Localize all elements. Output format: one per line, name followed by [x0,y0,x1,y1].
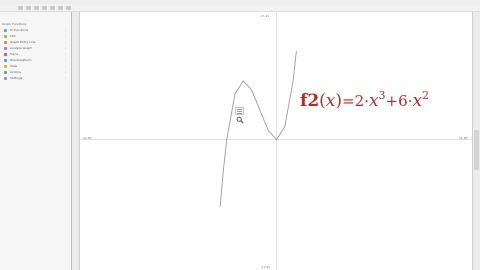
view-icon [4,65,7,68]
zoom-bar [237,113,242,114]
tool-icon[interactable] [18,6,23,10]
sidebar-header: Graph Functions [2,22,27,26]
sidebar-item-label: f1 Functions [10,28,29,32]
sidebar-item[interactable]: f1 Functions › [2,28,67,33]
magnifier-icon [236,116,244,124]
xmin-label: -11.85 [82,135,92,140]
zoom-icon [4,59,7,62]
sidebar-item[interactable]: Window/Zoom › [2,58,67,63]
xmax-label: 11.85 [459,135,468,140]
sidebar-item-label: Actions [10,70,21,74]
entry-line-icon [4,41,7,44]
tools-sidebar: Graph Functions f1 Functions › Plot › Gr… [0,12,72,270]
tool-icon[interactable] [34,6,39,10]
plot-icon [4,35,7,38]
curve-layer [219,50,297,207]
sidebar-item[interactable]: Analyze Graph › [2,46,67,51]
coef-1: 2 [354,92,365,110]
sidebar-item[interactable]: View › [2,64,67,69]
function-formula[interactable]: f2(x)=2·x3+6·x2 [300,86,429,111]
sidebar-item-label: Settings [10,76,23,80]
coef-2: 6 [398,92,408,110]
sidebar-item[interactable]: Trace › [2,52,67,57]
zoom-bar [237,111,242,112]
ymax-label: 17.41 [260,14,270,18]
zoom-widget[interactable] [235,107,244,115]
analyze-icon [4,47,7,50]
sidebar-item[interactable]: Plot › [2,34,67,39]
chevron-right-icon: › [64,28,66,32]
tool-icon[interactable] [42,6,47,10]
ymin-label: -17.81 [260,265,271,269]
graph-area[interactable]: 17.41 -17.81 -11.85 11.85 [79,12,473,270]
graph-canvas[interactable] [80,12,473,270]
sidebar-item-label: Trace [10,52,18,56]
function-var: x [325,91,336,111]
exp-1: 3 [378,89,386,102]
chevron-right-icon: › [64,58,66,62]
sidebar-item[interactable]: Settings › [2,76,67,81]
term-var-2: x [412,91,423,111]
zoom-bar [237,109,242,110]
sidebar-item-label: Plot [10,34,16,38]
sidebar-item[interactable]: Graph Entry Line › [2,40,67,45]
actions-icon [4,71,7,74]
sidebar-item-label: Analyze Graph [10,46,32,50]
function-curve-f2[interactable] [219,50,297,207]
right-scrollbar[interactable] [472,12,480,270]
chevron-right-icon: › [64,46,66,50]
term-var-1: x [368,91,379,111]
tool-icon[interactable] [50,6,55,10]
toolbar [0,5,480,12]
chevron-right-icon: › [64,52,66,56]
scrollbar-thumb[interactable] [474,130,479,170]
settings-icon [4,77,7,80]
chevron-right-icon: › [64,64,66,68]
tool-icon[interactable] [58,6,63,10]
tool-icon[interactable] [66,6,71,10]
chevron-right-icon: › [64,34,66,38]
chevron-right-icon: › [64,70,66,74]
function-icon [4,29,7,32]
trace-icon [4,53,7,56]
chevron-right-icon: › [64,76,66,80]
chevron-right-icon: › [64,40,66,44]
sidebar-item[interactable]: Actions › [2,70,67,75]
tool-icon[interactable] [26,6,31,10]
sidebar-item-label: Graph Entry Line [10,40,36,44]
panel-gap [72,12,79,270]
function-name: f2 [300,91,320,111]
sidebar-item-label: View [10,64,18,68]
exp-2: 2 [422,89,430,102]
sidebar-item-label: Window/Zoom [10,58,32,62]
